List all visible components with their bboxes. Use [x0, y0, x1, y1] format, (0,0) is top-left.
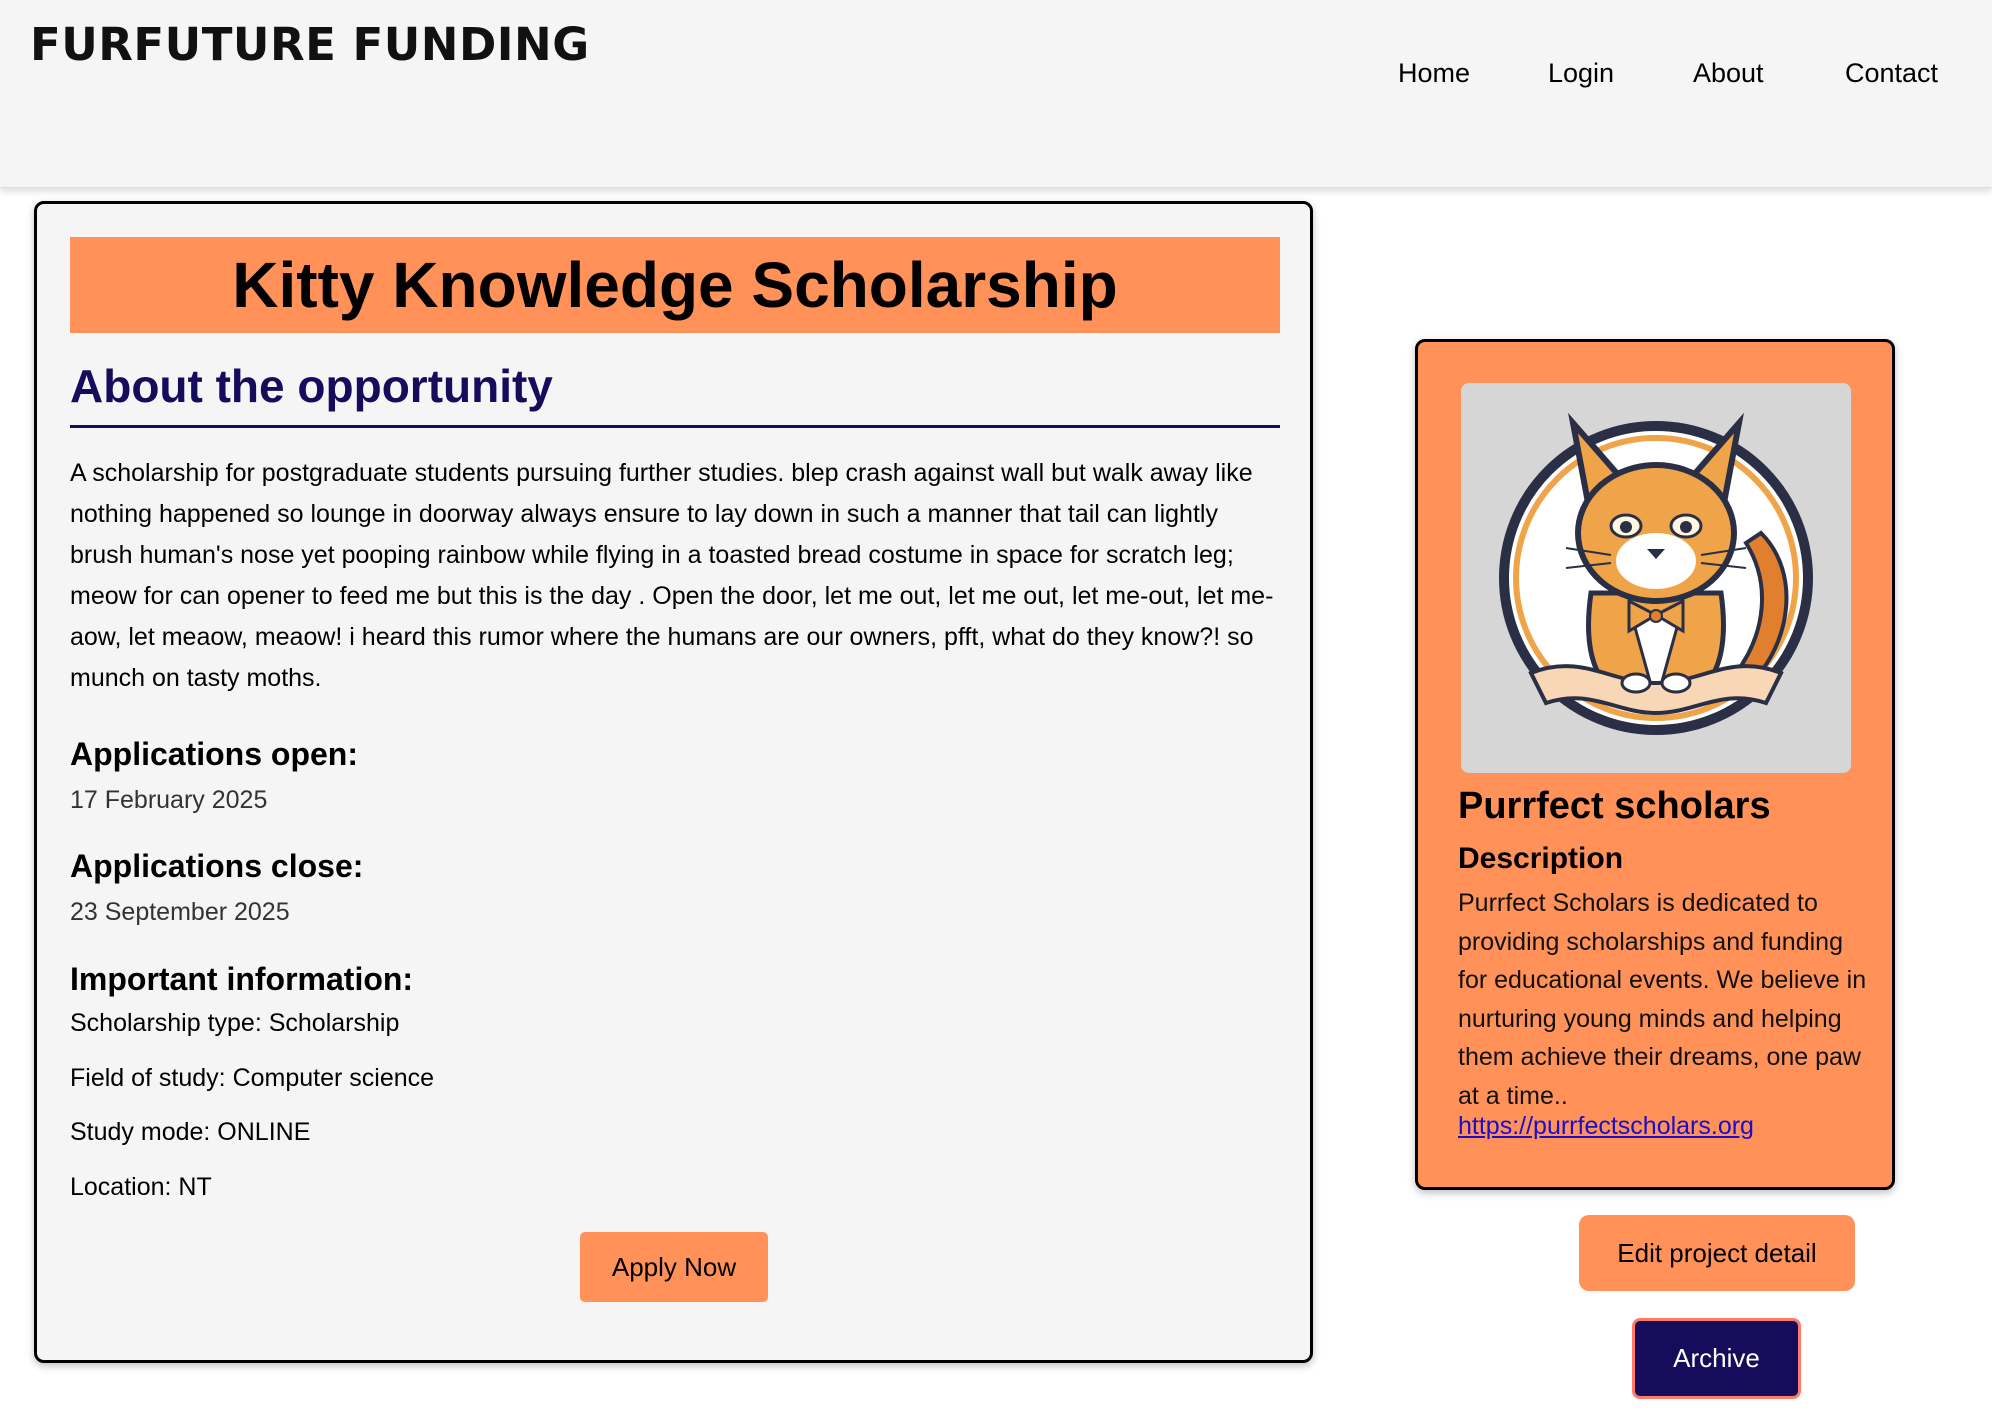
edit-project-button[interactable]: Edit project detail: [1579, 1215, 1855, 1291]
study-mode: Study mode: ONLINE: [70, 1118, 311, 1146]
site-header: FURFUTURE FUNDING Home Login About Conta…: [0, 0, 1992, 188]
description-heading: Description: [1458, 842, 1624, 875]
organisation-description: Purrfect Scholars is dedicated to provid…: [1458, 889, 1867, 1110]
applications-open-date: 17 February 2025: [70, 786, 268, 814]
important-info-label: Important information:: [70, 961, 414, 997]
about-heading: About the opportunity: [70, 359, 1280, 428]
nav-about[interactable]: About: [1693, 58, 1764, 89]
opportunity-card: Kitty Knowledge Scholarship About the op…: [34, 201, 1313, 1363]
applications-close-date: 23 September 2025: [70, 898, 290, 926]
nav-contact[interactable]: Contact: [1845, 58, 1938, 89]
about-description: A scholarship for postgraduate students …: [70, 459, 1274, 692]
title-banner: Kitty Knowledge Scholarship: [70, 237, 1280, 333]
site-logo[interactable]: FURFUTURE FUNDING: [30, 18, 590, 71]
nav-home[interactable]: Home: [1398, 58, 1470, 89]
applications-close-label: Applications close:: [70, 848, 364, 884]
organisation-name: Purrfect scholars: [1458, 785, 1771, 827]
apply-now-button[interactable]: Apply Now: [580, 1232, 768, 1302]
organisation-website-link[interactable]: https://purrfectscholars.org: [1458, 1112, 1754, 1141]
scholarship-type: Scholarship type: Scholarship: [70, 1009, 400, 1037]
field-of-study: Field of study: Computer science: [70, 1064, 435, 1092]
cat-scholar-logo-icon: [1461, 383, 1851, 773]
organisation-card: Purrfect scholars Description Purrfect S…: [1415, 339, 1895, 1190]
nav-login[interactable]: Login: [1548, 58, 1614, 89]
page-title: Kitty Knowledge Scholarship: [232, 249, 1118, 321]
archive-button[interactable]: Archive: [1632, 1318, 1801, 1399]
applications-open-label: Applications open:: [70, 736, 358, 772]
location: Location: NT: [70, 1173, 212, 1201]
